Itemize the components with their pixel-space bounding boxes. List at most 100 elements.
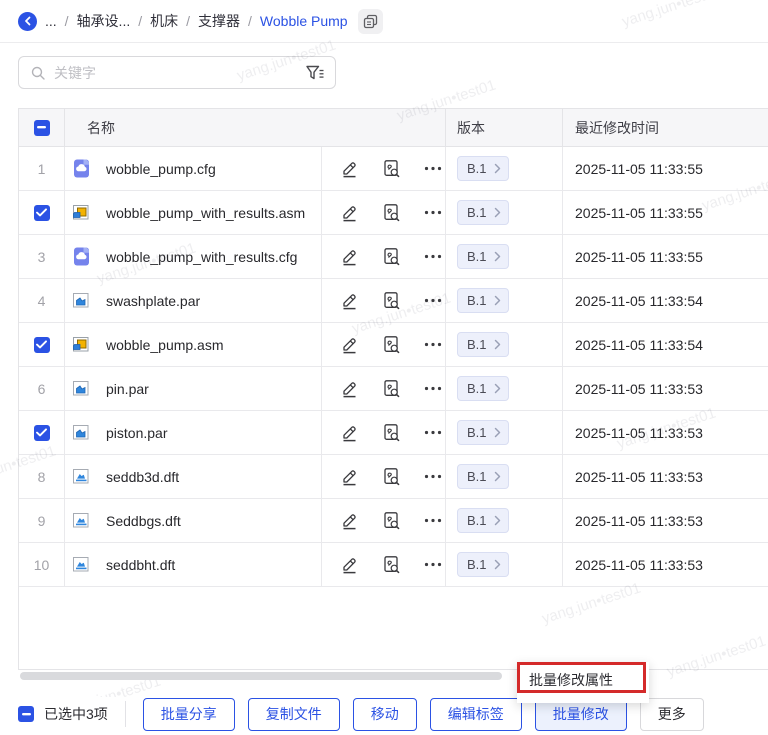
table-row: 6 pin.par B.1 2025-11-05 11:33:53 — [19, 367, 768, 411]
version-badge[interactable]: B.1 — [457, 508, 509, 533]
breadcrumb-separator: / — [65, 13, 69, 29]
edit-button[interactable] — [340, 423, 359, 442]
more-button[interactable]: 更多 — [640, 698, 704, 731]
more-actions-button[interactable] — [424, 518, 442, 523]
chevron-right-icon — [494, 515, 501, 526]
modified-time: 2025-11-05 11:33:53 — [563, 367, 768, 410]
footer-action-button[interactable]: 编辑标签 — [430, 698, 522, 731]
preview-button[interactable] — [382, 467, 401, 486]
file-name[interactable]: piston.par — [106, 425, 167, 441]
horizontal-scrollbar[interactable] — [20, 672, 502, 680]
version-badge[interactable]: B.1 — [457, 200, 509, 225]
preview-icon — [382, 511, 401, 530]
batch-modify-attributes-menu-item[interactable]: 批量修改属性 — [517, 662, 649, 690]
version-badge[interactable]: B.1 — [457, 332, 509, 357]
chevron-right-icon — [494, 339, 501, 350]
column-header-version[interactable]: 版本 — [446, 109, 563, 146]
table-row: 4 swashplate.par B.1 2025-11-05 11:33:54 — [19, 279, 768, 323]
breadcrumb-item[interactable]: 支撑器 — [198, 11, 240, 31]
more-actions-button[interactable] — [424, 562, 442, 567]
more-actions-button[interactable] — [424, 342, 442, 347]
file-name[interactable]: wobble_pump_with_results.asm — [106, 205, 305, 221]
version-label: B.1 — [467, 161, 487, 176]
file-name[interactable]: wobble_pump.cfg — [106, 161, 216, 177]
row-checkbox[interactable] — [34, 337, 50, 353]
edit-button[interactable] — [340, 555, 359, 574]
edit-icon — [340, 423, 359, 442]
footer-action-button[interactable]: 批量分享 — [143, 698, 235, 731]
ellipsis-icon — [424, 298, 442, 303]
version-badge[interactable]: B.1 — [457, 376, 509, 401]
row-checkbox[interactable] — [34, 425, 50, 441]
file-name[interactable]: seddbht.dft — [106, 557, 175, 573]
filter-button[interactable] — [305, 64, 325, 82]
preview-button[interactable] — [382, 335, 401, 354]
edit-icon — [340, 203, 359, 222]
modified-time: 2025-11-05 11:33:53 — [563, 411, 768, 454]
version-badge[interactable]: B.1 — [457, 552, 509, 577]
edit-button[interactable] — [340, 203, 359, 222]
preview-icon — [382, 467, 401, 486]
version-badge[interactable]: B.1 — [457, 288, 509, 313]
file-name[interactable]: Seddbgs.dft — [106, 513, 181, 529]
search-input[interactable] — [54, 65, 297, 81]
file-name[interactable]: swashplate.par — [106, 293, 200, 309]
file-table: 名称 版本 最近修改时间 1 wobble_pump.cfg B.1 2025-… — [18, 108, 768, 670]
row-number: 4 — [38, 293, 46, 309]
breadcrumb-item[interactable]: 机床 — [150, 11, 178, 31]
more-actions-button[interactable] — [424, 474, 442, 479]
more-actions-button[interactable] — [424, 298, 442, 303]
version-badge[interactable]: B.1 — [457, 156, 509, 181]
version-badge[interactable]: B.1 — [457, 464, 509, 489]
preview-button[interactable] — [382, 379, 401, 398]
preview-icon — [382, 423, 401, 442]
preview-button[interactable] — [382, 247, 401, 266]
footer-selection-checkbox[interactable] — [18, 706, 34, 722]
version-badge[interactable]: B.1 — [457, 420, 509, 445]
edit-button[interactable] — [340, 291, 359, 310]
row-checkbox[interactable] — [34, 205, 50, 221]
table-row: wobble_pump_with_results.asm B.1 2025-11… — [19, 191, 768, 235]
preview-button[interactable] — [382, 555, 401, 574]
more-actions-button[interactable] — [424, 210, 442, 215]
ellipsis-icon — [424, 562, 442, 567]
version-label: B.1 — [467, 337, 487, 352]
preview-button[interactable] — [382, 203, 401, 222]
footer-action-button[interactable]: 复制文件 — [248, 698, 340, 731]
more-actions-button[interactable] — [424, 254, 442, 259]
edit-button[interactable] — [340, 467, 359, 486]
version-label: B.1 — [467, 293, 487, 308]
edit-button[interactable] — [340, 159, 359, 178]
modified-time: 2025-11-05 11:33:53 — [563, 455, 768, 498]
cfg-file-icon — [71, 246, 92, 267]
file-name[interactable]: wobble_pump.asm — [106, 337, 224, 353]
more-actions-button[interactable] — [424, 166, 442, 171]
more-actions-button[interactable] — [424, 386, 442, 391]
column-header-name[interactable]: 名称 — [65, 109, 446, 146]
file-name[interactable]: pin.par — [106, 381, 149, 397]
breadcrumb-item[interactable]: Wobble Pump — [260, 13, 348, 29]
preview-button[interactable] — [382, 291, 401, 310]
preview-button[interactable] — [382, 511, 401, 530]
modified-time: 2025-11-05 11:33:55 — [563, 235, 768, 278]
footer-action-button[interactable]: 移动 — [353, 698, 417, 731]
file-name[interactable]: wobble_pump_with_results.cfg — [106, 249, 297, 265]
breadcrumb-item[interactable]: ... — [45, 13, 57, 29]
edit-button[interactable] — [340, 335, 359, 354]
more-actions-button[interactable] — [424, 430, 442, 435]
edit-button[interactable] — [340, 511, 359, 530]
preview-button[interactable] — [382, 159, 401, 178]
par-file-icon — [71, 378, 92, 399]
edit-button[interactable] — [340, 247, 359, 266]
select-all-checkbox[interactable] — [34, 120, 50, 136]
version-label: B.1 — [467, 557, 487, 572]
file-name[interactable]: seddb3d.dft — [106, 469, 179, 485]
column-header-modified[interactable]: 最近修改时间 — [563, 109, 768, 146]
chevron-right-icon — [494, 207, 501, 218]
edit-button[interactable] — [340, 379, 359, 398]
back-button[interactable] — [18, 12, 37, 31]
preview-button[interactable] — [382, 423, 401, 442]
version-badge[interactable]: B.1 — [457, 244, 509, 269]
copy-button[interactable] — [358, 9, 383, 34]
breadcrumb-item[interactable]: 轴承设... — [77, 11, 131, 31]
